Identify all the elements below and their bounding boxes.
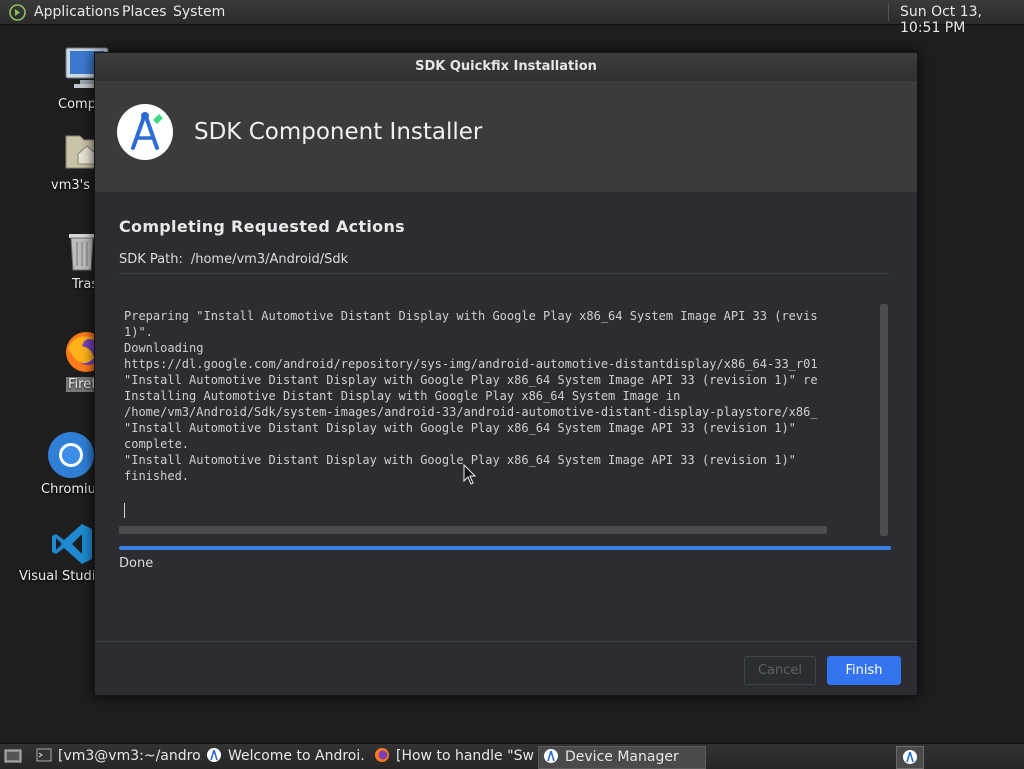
log-line: /home/vm3/Android/Sdk/system-images/andr… [124,405,818,419]
log-vertical-scrollbar[interactable] [880,304,888,536]
android-studio-icon [903,750,917,764]
sdk-path-label: SDK Path: [119,252,183,267]
log-line: finished. [124,469,190,483]
clock[interactable]: Sun Oct 13, 10:51 PM [900,4,1024,36]
android-studio-icon [544,749,558,763]
desktop-icon-label: Comp [58,97,96,112]
progress-bar [119,546,891,550]
banner-title: SDK Component Installer [194,119,483,145]
window-title[interactable]: SDK Quickfix Installation [95,53,917,81]
desktop-icon-label: Firef [66,377,98,392]
task-welcome-android-studio[interactable]: Welcome to Androi... [206,746,366,767]
workspace-switcher[interactable] [896,746,924,769]
cancel-button[interactable]: Cancel [744,656,816,685]
text-cursor [124,503,125,518]
vertical-scroll-thumb[interactable] [880,304,888,536]
progress-fill [119,546,891,550]
task-device-manager[interactable]: Device Manager [538,746,706,769]
installer-banner: SDK Component Installer [95,81,917,192]
install-log-text[interactable]: Preparing "Install Automotive Distant Di… [124,308,884,484]
install-log-area[interactable]: Preparing "Install Automotive Distant Di… [119,273,889,536]
top-panel: Applications Places System Sun Oct 13, 1… [0,0,1024,36]
task-label: Device Manager [565,749,679,765]
status-text: Done [119,556,154,571]
mouse-pointer-icon [463,464,477,485]
task-label: Welcome to Androi... [228,748,366,764]
sdk-path-value: /home/vm3/Android/Sdk [190,252,349,267]
panel-separator [888,3,889,21]
section-title: Completing Requested Actions [119,217,405,236]
firefox-icon [375,748,389,762]
show-desktop-icon[interactable] [4,748,22,764]
footer-divider [95,641,917,642]
task-terminal[interactable]: [vm3@vm3:~/andro... [36,746,202,767]
terminal-icon [36,748,52,762]
horizontal-scroll-thumb[interactable] [119,526,827,534]
places-menu[interactable]: Places [122,4,167,20]
log-line: "Install Automotive Distant Display with… [124,373,818,387]
task-firefox[interactable]: [How to handle "Sw... [374,746,534,767]
log-line: complete. [124,437,190,451]
system-menu[interactable]: System [173,4,225,20]
desktop-icon-label: Visual Studio [19,569,104,584]
taskbar: [vm3@vm3:~/andro... Welcome to Androi...… [0,743,1024,769]
log-line: Downloading [124,341,204,355]
vscode-icon [52,524,92,564]
log-horizontal-scrollbar[interactable] [119,526,879,534]
chromium-icon [48,432,94,478]
applications-menu[interactable]: Applications [34,4,120,20]
android-studio-icon [207,748,221,762]
desktop-icon-label: Chromiu [41,482,96,497]
sdk-quickfix-dialog: SDK Quickfix Installation SDK Component … [94,52,918,696]
log-line: https://dl.google.com/android/repository… [124,357,818,371]
task-label: [vm3@vm3:~/andro... [58,748,202,764]
finish-button[interactable]: Finish [827,656,901,685]
android-studio-logo-icon [117,104,173,160]
log-line: 1)". [124,325,153,339]
distro-logo-icon[interactable] [9,4,26,21]
log-line: Preparing "Install Automotive Distant Di… [124,309,818,323]
log-line: "Install Automotive Distant Display with… [124,421,796,435]
log-line: "Install Automotive Distant Display with… [124,453,796,467]
log-line: Installing Automotive Distant Display wi… [124,389,681,403]
sdk-path-row: SDK Path: /home/vm3/Android/Sdk [119,252,348,267]
task-label: [How to handle "Sw... [396,748,534,764]
